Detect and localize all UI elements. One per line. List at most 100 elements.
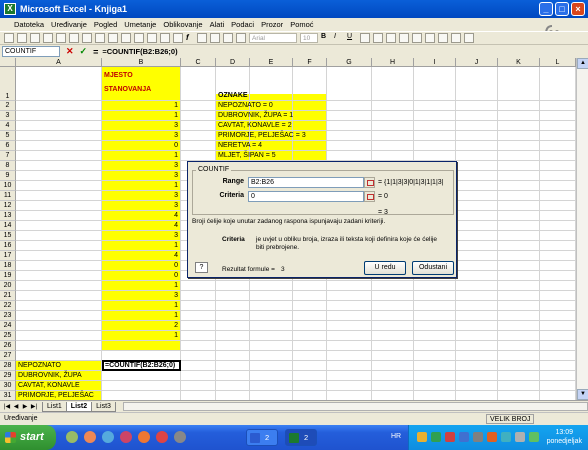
start-button[interactable]: start <box>0 425 56 450</box>
sheet-tab-list1[interactable]: List1 <box>42 401 67 412</box>
criteria-collapse-icon[interactable] <box>364 191 375 202</box>
row-header[interactable]: 17 <box>0 251 16 261</box>
language-indicator[interactable]: HR <box>391 433 401 440</box>
clock[interactable]: 13:09 ponedjeljak <box>547 428 582 446</box>
quicklaunch-desktop-icon[interactable] <box>66 431 78 443</box>
cell-b-value[interactable]: 0 <box>102 271 178 281</box>
column-header[interactable]: E <box>250 58 293 67</box>
column-header[interactable]: G <box>327 58 372 67</box>
chart-wizard-icon[interactable] <box>210 33 220 43</box>
row-header[interactable]: 21 <box>0 291 16 301</box>
first-sheet-icon[interactable]: |◀ <box>3 403 11 411</box>
oznake-item[interactable]: CAVTAT, KONAVLE = 2 <box>218 121 292 131</box>
menu-prozor[interactable]: Prozor <box>261 20 283 29</box>
menu-podaci[interactable]: Podaci <box>231 20 254 29</box>
tray-icon-6[interactable] <box>487 432 497 442</box>
copy-icon[interactable] <box>108 33 118 43</box>
menu-pomoc[interactable]: Pomoć <box>290 20 313 29</box>
vertical-scrollbar[interactable]: ▲ ▼ <box>576 58 588 400</box>
redo-icon[interactable] <box>147 33 157 43</box>
row-header[interactable]: 11 <box>0 191 16 201</box>
row-header[interactable]: 22 <box>0 301 16 311</box>
row-header[interactable]: 29 <box>0 371 16 381</box>
column-header[interactable]: B <box>102 58 181 67</box>
cell-a-label[interactable]: CAVTAT, KONAVLE <box>18 381 80 391</box>
new-icon[interactable] <box>4 33 14 43</box>
select-all-corner[interactable] <box>0 58 16 67</box>
column-header[interactable]: J <box>456 58 498 67</box>
print-preview-icon[interactable] <box>69 33 79 43</box>
scroll-down-icon[interactable]: ▼ <box>577 389 588 400</box>
cell-b-value[interactable]: 3 <box>102 231 178 241</box>
row-header[interactable]: 4 <box>0 121 16 131</box>
row-header[interactable]: 15 <box>0 231 16 241</box>
row-header[interactable]: 7 <box>0 151 16 161</box>
row-header[interactable]: 26 <box>0 341 16 351</box>
help-icon[interactable] <box>236 33 246 43</box>
cell-a-label[interactable]: PRIMORJE, PELJEŠAC <box>18 391 94 400</box>
cell-b-value[interactable]: 3 <box>102 201 178 211</box>
row-header[interactable]: 25 <box>0 331 16 341</box>
sheet-tab-list3[interactable]: List3 <box>91 401 116 412</box>
cell-b-value[interactable]: 4 <box>102 211 178 221</box>
cell-b-value[interactable]: 1 <box>102 111 178 121</box>
row-header[interactable]: 19 <box>0 271 16 281</box>
maximize-button[interactable]: □ <box>555 2 569 16</box>
cancel-formula-icon[interactable]: ✕ <box>66 46 74 57</box>
dialog-help-icon[interactable]: ? <box>195 262 208 273</box>
align-left-icon[interactable] <box>360 33 370 43</box>
network-icon[interactable] <box>529 432 539 442</box>
excel-icon[interactable]: X <box>4 3 16 15</box>
column-header[interactable]: F <box>293 58 327 67</box>
horizontal-scrollbar[interactable] <box>122 402 588 411</box>
cell-b-value[interactable]: 4 <box>102 251 178 261</box>
italic-icon[interactable]: I <box>334 33 344 43</box>
formula-input[interactable]: =COUNTIF(B2:B26;0) <box>102 47 177 56</box>
quicklaunch-misc-icon[interactable] <box>174 431 186 443</box>
criteria-input[interactable]: 0 <box>248 191 364 202</box>
cell-b-value[interactable]: 1 <box>102 101 178 111</box>
cell-b28-active[interactable]: =COUNTIF(B2:B26;0) <box>102 360 181 371</box>
align-center-icon[interactable] <box>373 33 383 43</box>
open-icon[interactable] <box>17 33 27 43</box>
sheet-tab-list2[interactable]: List2 <box>65 401 93 412</box>
row-header[interactable]: 12 <box>0 201 16 211</box>
bold-icon[interactable]: B <box>321 33 331 43</box>
cell-b-value[interactable]: 1 <box>102 331 178 341</box>
cell-b-value[interactable]: 1 <box>102 181 178 191</box>
row-header[interactable]: 3 <box>0 111 16 121</box>
tray-icon-4[interactable] <box>459 432 469 442</box>
scroll-up-icon[interactable]: ▲ <box>577 58 588 69</box>
oznake-title[interactable]: OZNAKE <box>218 91 248 101</box>
cell-b1-line1[interactable]: MJESTO <box>104 71 133 81</box>
fill-color-icon[interactable] <box>451 33 461 43</box>
row-header[interactable]: 1 <box>0 67 16 101</box>
range-collapse-icon[interactable] <box>364 177 375 188</box>
cell-b-value[interactable]: 1 <box>102 241 178 251</box>
equals-icon[interactable]: = <box>93 47 98 57</box>
next-sheet-icon[interactable]: ▶ <box>21 403 29 411</box>
paste-icon[interactable] <box>121 33 131 43</box>
cell-b-value[interactable]: 3 <box>102 171 178 181</box>
cell-b-value[interactable]: 3 <box>102 161 178 171</box>
close-button[interactable]: × <box>571 2 585 16</box>
undo-icon[interactable] <box>134 33 144 43</box>
volume-icon[interactable] <box>515 432 525 442</box>
cell-b-value[interactable]: 3 <box>102 121 178 131</box>
cell-b-value[interactable]: 1 <box>102 151 178 161</box>
quicklaunch-media-icon[interactable] <box>84 431 96 443</box>
cell-b-value[interactable]: 3 <box>102 291 178 301</box>
menu-datoteka[interactable]: Datoteka <box>14 20 44 29</box>
quicklaunch-app-icon[interactable] <box>120 431 132 443</box>
row-header[interactable]: 23 <box>0 311 16 321</box>
cell-b-value[interactable]: 0 <box>102 141 178 151</box>
font-color-icon[interactable] <box>464 33 474 43</box>
row-header[interactable]: 20 <box>0 281 16 291</box>
autosum-icon[interactable] <box>173 33 183 43</box>
tray-icon-2[interactable] <box>431 432 441 442</box>
font-size-select[interactable]: 10 <box>300 33 318 43</box>
column-header[interactable]: C <box>181 58 216 67</box>
row-header[interactable]: 31 <box>0 391 16 400</box>
row-header[interactable]: 2 <box>0 101 16 111</box>
menu-uredivanje[interactable]: Uređivanje <box>51 20 87 29</box>
